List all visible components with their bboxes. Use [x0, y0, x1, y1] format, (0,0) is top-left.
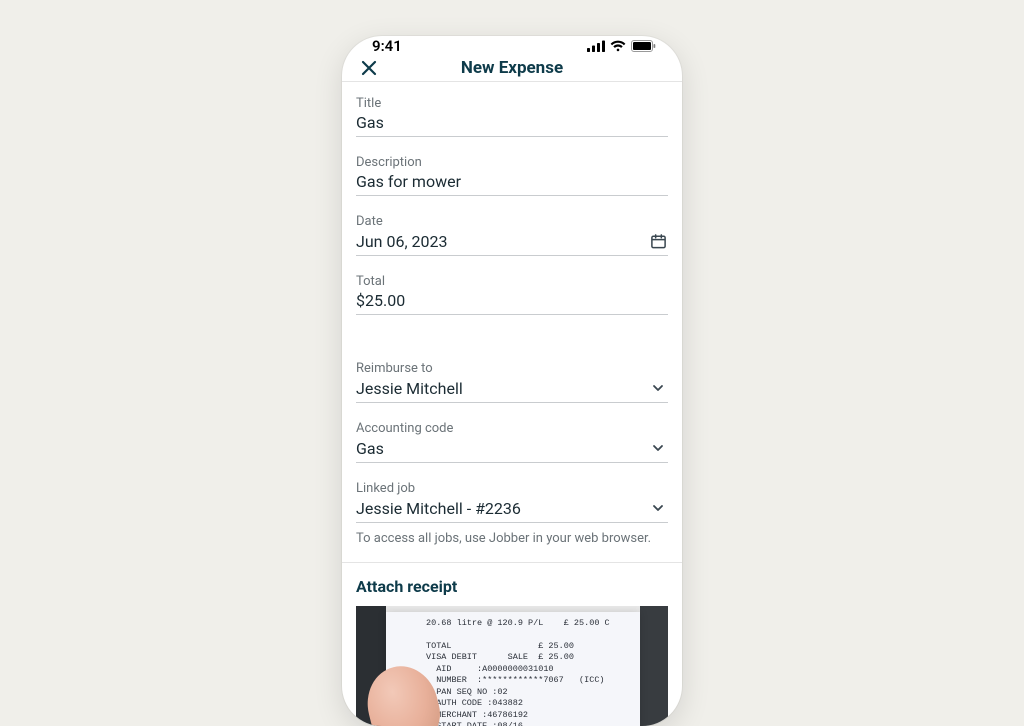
title-input[interactable]: Gas [356, 113, 668, 132]
field-label: Reimburse to [356, 361, 668, 376]
close-button[interactable] [356, 55, 382, 81]
attach-receipt-section: Attach receipt 20.68 litre @ 120.9 P/L £… [342, 563, 682, 726]
form-section-main: Title Gas Description Gas for mower Date… [342, 82, 682, 563]
description-input[interactable]: Gas for mower [356, 172, 668, 191]
field-label: Accounting code [356, 421, 668, 436]
calendar-icon[interactable] [648, 231, 668, 251]
field-label: Description [356, 155, 668, 170]
field-description[interactable]: Description Gas for mower [356, 155, 668, 196]
field-date[interactable]: Date Jun 06, 2023 [356, 214, 668, 256]
cellular-icon [587, 40, 605, 52]
reimburse-select[interactable]: Jessie Mitchell [356, 379, 648, 398]
field-label: Date [356, 214, 668, 229]
status-time: 9:41 [372, 37, 402, 55]
nav-bar: New Expense [342, 55, 682, 82]
field-linked-job[interactable]: Linked job Jessie Mitchell - #2236 To ac… [356, 481, 668, 546]
field-label: Total [356, 274, 668, 289]
field-label: Title [356, 96, 668, 111]
total-input[interactable]: $25.00 [356, 291, 668, 310]
chevron-down-icon [648, 378, 668, 398]
accounting-select[interactable]: Gas [356, 439, 648, 458]
attach-receipt-title: Attach receipt [356, 577, 668, 596]
chevron-down-icon [648, 438, 668, 458]
field-label: Linked job [356, 481, 668, 496]
close-icon [361, 60, 377, 76]
field-accounting-code[interactable]: Accounting code Gas [356, 421, 668, 463]
linkedjob-helper: To access all jobs, use Jobber in your w… [356, 531, 668, 546]
battery-icon [631, 40, 656, 52]
chevron-down-icon [648, 498, 668, 518]
phone-frame: 9:41 New Expense Title Gas [342, 36, 682, 726]
page-title: New Expense [342, 58, 682, 78]
status-indicators [587, 40, 656, 52]
field-total[interactable]: Total $25.00 [356, 274, 668, 315]
date-input[interactable]: Jun 06, 2023 [356, 232, 648, 251]
linkedjob-select[interactable]: Jessie Mitchell - #2236 [356, 499, 648, 518]
status-bar: 9:41 [342, 36, 682, 55]
wifi-icon [610, 40, 626, 52]
field-title[interactable]: Title Gas [356, 96, 668, 137]
receipt-thumbnail[interactable]: 20.68 litre @ 120.9 P/L £ 25.00 C TOTAL … [356, 606, 668, 726]
field-reimburse[interactable]: Reimburse to Jessie Mitchell [356, 361, 668, 403]
